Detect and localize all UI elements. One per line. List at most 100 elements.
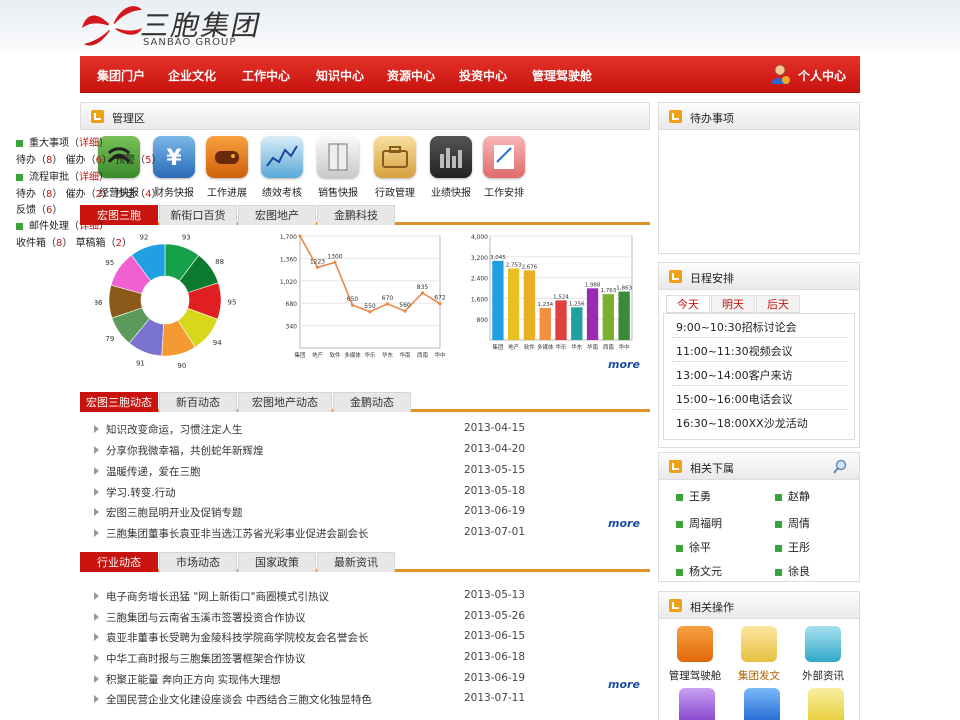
count-value[interactable]: 6	[46, 205, 52, 216]
staff-name[interactable]: 赵静	[788, 490, 810, 503]
news-item[interactable]: 宏图三胞昆明开业及促销专题 2013-06-19	[92, 503, 537, 523]
staff-name[interactable]: 周倩	[788, 517, 810, 530]
tab-day-after[interactable]: 后天	[756, 295, 800, 313]
news-item[interactable]: 中华工商时报与三胞集团签署框架合作协议 2013-06-18	[92, 649, 537, 669]
tab-today[interactable]: 今天	[666, 295, 710, 313]
news-title[interactable]: 温暖传递，爱在三胞	[106, 464, 201, 479]
staff-member[interactable]: 王勇	[676, 488, 711, 504]
nav-item-resource-center[interactable]: 资源中心	[387, 67, 435, 84]
todo-mail-items[interactable]: 邮件处理（详细）	[16, 217, 109, 232]
count-value[interactable]: 4	[145, 189, 151, 200]
staff-member[interactable]: 王彤	[775, 539, 810, 555]
tab-xinbai-dynamics[interactable]: 新百动态	[159, 392, 237, 412]
app-administration[interactable]: 行政管理	[365, 136, 425, 199]
news-item[interactable]: 袁亚非董事长受聘为金陵科技学院商学院校友会名誉会长 2013-06-15	[92, 628, 537, 648]
news-item[interactable]: 三胞集团董事长袁亚非当选江苏省光彩事业促进会副会长 2013-07-01	[92, 524, 537, 544]
staff-name[interactable]: 王勇	[689, 490, 711, 503]
news-title[interactable]: 分享你我微幸福，共创蛇年新辉煌	[106, 443, 264, 458]
staff-name[interactable]: 杨文元	[689, 565, 722, 578]
count-value[interactable]: 5	[145, 155, 151, 166]
app-sales-report[interactable]: 销售快报	[308, 136, 368, 199]
personal-center-link[interactable]: 个人中心	[768, 62, 856, 86]
news-title[interactable]: 宏图三胞昆明开业及促销专题	[106, 505, 243, 520]
more-op-icon[interactable]	[744, 688, 780, 720]
staff-member[interactable]: 周倩	[775, 515, 810, 531]
count-value[interactable]: 8	[46, 189, 52, 200]
more-op-icon[interactable]	[679, 688, 715, 720]
tab-jinpeng-dynamics[interactable]: 金鹏动态	[333, 392, 411, 412]
news-title[interactable]: 袁亚非董事长受聘为金陵科技学院商学院校友会名誉会长	[106, 630, 369, 645]
news-item[interactable]: 知识改变命运，习惯注定人生 2013-04-15	[92, 420, 537, 440]
todo-detail-link[interactable]: 详细	[79, 221, 99, 232]
news-item[interactable]: 积聚正能量 奔向正方向 实现伟大理想 2013-06-19	[92, 670, 537, 690]
staff-name[interactable]: 徐平	[689, 541, 711, 554]
tab-xinjiekou[interactable]: 新街口百货	[159, 205, 237, 225]
staff-member[interactable]: 赵静	[775, 488, 810, 504]
count-value[interactable]: 2	[96, 189, 102, 200]
nav-item-knowledge-center[interactable]: 知识中心	[316, 67, 364, 84]
nav-item-group-portal[interactable]: 集团门户	[97, 67, 145, 84]
nav-item-management-cockpit[interactable]: 管理驾驶舱	[532, 67, 592, 84]
news-title[interactable]: 全国民营企业文化建设座谈会 中西结合三胞文化独显特色	[106, 692, 372, 707]
schedule-item[interactable]: 13:00~14:00客户来访	[676, 367, 793, 383]
nav-item-work-center[interactable]: 工作中心	[242, 67, 290, 84]
news-item[interactable]: 电子商务增长迅猛 "网上新街口"商圈模式引热议 2013-05-13	[92, 587, 537, 607]
staff-name[interactable]: 周福明	[689, 517, 722, 530]
tab-realestate-dynamics[interactable]: 宏图地产动态	[238, 392, 332, 412]
news-item[interactable]: 学习.转变.行动 2013-05-18	[92, 483, 537, 503]
todo-major-items[interactable]: 重大事项（详细）	[16, 134, 109, 149]
app-work-schedule[interactable]: 工作安排	[474, 136, 534, 199]
todo-approval-items[interactable]: 流程审批（详细）	[16, 168, 109, 183]
news-item[interactable]: 全国民营企业文化建设座谈会 中西结合三胞文化独显特色 2013-07-11	[92, 690, 537, 710]
charts-more-link[interactable]: more	[608, 358, 640, 371]
nav-item-investment-center[interactable]: 投资中心	[459, 67, 507, 84]
news-title[interactable]: 三胞集团董事长袁亚非当选江苏省光彩事业促进会副会长	[106, 526, 369, 541]
tab-tomorrow[interactable]: 明天	[711, 295, 755, 313]
tab-latest-info[interactable]: 最新资讯	[317, 552, 395, 572]
count-value[interactable]: 6	[96, 155, 102, 166]
nav-item-culture[interactable]: 企业文化	[168, 67, 216, 84]
count-value[interactable]: 8	[46, 155, 52, 166]
news-title[interactable]: 三胞集团与云南省玉溪市签署投资合作协议	[106, 610, 306, 625]
dynamics-more-link[interactable]: more	[608, 517, 640, 530]
news-title[interactable]: 学习.转变.行动	[106, 485, 176, 500]
staff-member[interactable]: 徐平	[676, 539, 711, 555]
schedule-item[interactable]: 9:00~10:30招标讨论会	[676, 319, 797, 335]
search-icon[interactable]	[832, 459, 848, 475]
news-item[interactable]: 三胞集团与云南省玉溪市签署投资合作协议 2013-05-26	[92, 608, 537, 628]
todo-detail-link[interactable]: 详细	[79, 138, 99, 149]
app-performance-review[interactable]: 绩效考核	[252, 136, 312, 199]
industry-more-link[interactable]: more	[608, 678, 640, 691]
op-management-cockpit[interactable]: 管理驾驶舱	[667, 626, 723, 683]
tab-market-news[interactable]: 市场动态	[159, 552, 237, 572]
schedule-item[interactable]: 11:00~11:30视频会议	[676, 343, 793, 359]
tab-jinpeng-tech[interactable]: 金鹏科技	[317, 205, 395, 225]
news-item[interactable]: 温暖传递，爱在三胞 2013-05-15	[92, 462, 537, 482]
news-title[interactable]: 积聚正能量 奔向正方向 实现伟大理想	[106, 672, 281, 687]
count-value[interactable]: 2	[116, 238, 122, 249]
staff-name[interactable]: 王彤	[788, 541, 810, 554]
tab-hongtu-dynamics[interactable]: 宏图三胞动态	[80, 392, 158, 412]
tab-hongtu-realestate[interactable]: 宏图地产	[238, 205, 316, 225]
op-external-news[interactable]: 外部资讯	[795, 626, 851, 683]
count-value[interactable]: 8	[56, 238, 62, 249]
news-item[interactable]: 分享你我微幸福，共创蛇年新辉煌 2013-04-20	[92, 441, 537, 461]
staff-member[interactable]: 周福明	[676, 515, 722, 531]
news-title[interactable]: 中华工商时报与三胞集团签署框架合作协议	[106, 651, 306, 666]
todo-detail-link[interactable]: 详细	[79, 172, 99, 183]
staff-name[interactable]: 徐良	[788, 565, 810, 578]
op-group-documents[interactable]: 集团发文	[731, 626, 787, 683]
app-results-report[interactable]: 业绩快报	[421, 136, 481, 199]
tab-national-policy[interactable]: 国家政策	[238, 552, 316, 572]
pie-data-label: 94	[213, 339, 222, 347]
schedule-item[interactable]: 15:00~16:00电话会议	[676, 391, 793, 407]
schedule-item[interactable]: 16:30~18:00XX沙龙活动	[676, 415, 808, 431]
news-title[interactable]: 电子商务增长迅猛 "网上新街口"商圈模式引热议	[106, 589, 329, 604]
app-work-progress[interactable]: 工作进展	[197, 136, 257, 199]
count-label: 催办	[65, 189, 86, 200]
more-op-icon[interactable]	[808, 688, 844, 720]
staff-member[interactable]: 杨文元	[676, 563, 722, 579]
tab-industry-news[interactable]: 行业动态	[80, 552, 158, 572]
staff-member[interactable]: 徐良	[775, 563, 810, 579]
news-title[interactable]: 知识改变命运，习惯注定人生	[106, 422, 243, 437]
